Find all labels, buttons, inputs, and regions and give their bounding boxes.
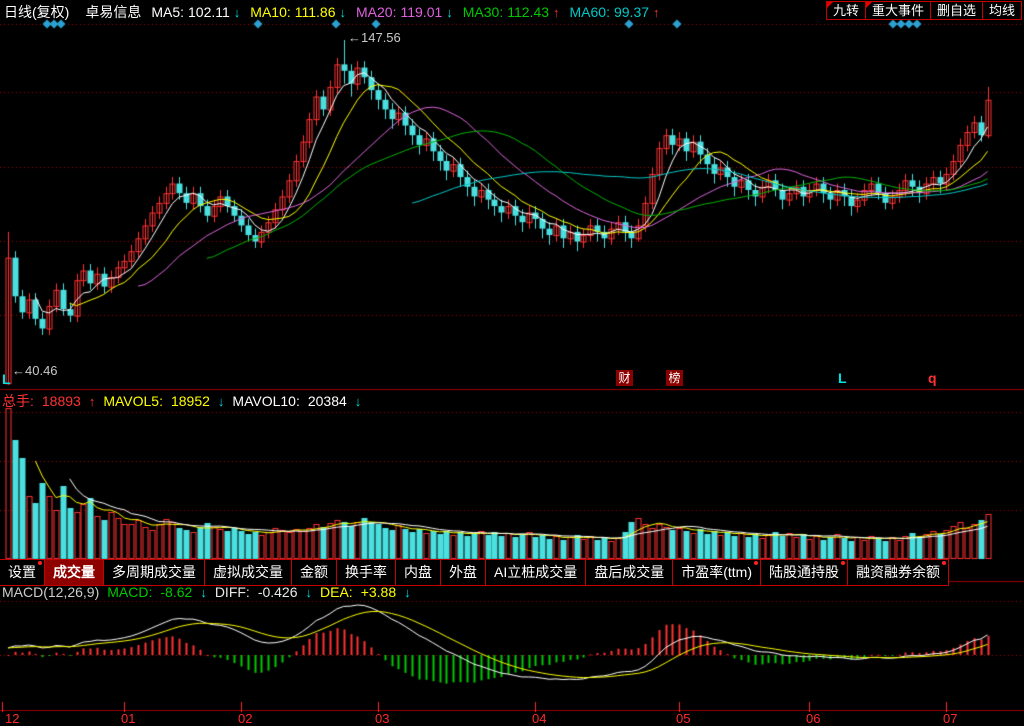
ma10-value: 111.86 (295, 4, 336, 20)
top-toolbar: 日线(复权) 卓易信息 MA5: 102.11 ↓ MA10: 111.86 ↓… (4, 2, 660, 22)
notification-dot (754, 561, 758, 565)
low-point-marker: L (2, 371, 11, 387)
ma20-readout: MA20: 119.01 ↓ (356, 4, 453, 20)
ma30-label: MA30: (463, 4, 503, 20)
ma20-label: MA20: (356, 4, 396, 20)
macd-value: -8.62 (160, 584, 192, 600)
tab-outer-volume[interactable]: 外盘 (440, 559, 486, 586)
diff-label: DIFF: (215, 584, 250, 600)
ma60-arrow-icon: ↑ (653, 5, 660, 20)
macd-title: MACD(12,26,9) (2, 584, 99, 600)
tab-ai-pillar-volume[interactable]: AI立桩成交量 (485, 559, 586, 586)
ma30-arrow-icon: ↑ (553, 5, 560, 20)
btn-major-events[interactable]: 重大事件 (865, 1, 931, 20)
symbol-name: 卓易信息 (85, 2, 141, 22)
ma30-value: 112.43 (507, 4, 549, 20)
diff-arrow-icon: ↓ (306, 585, 313, 600)
tab-amount[interactable]: 金额 (291, 559, 337, 586)
signal-marker-l: L (838, 370, 847, 386)
ma5-value: 102.11 (188, 4, 230, 20)
ma5-readout: MA5: 102.11 ↓ (151, 4, 240, 20)
volume-arrow-icon: ↑ (89, 394, 96, 409)
tab-turnover-rate[interactable]: 换手率 (336, 559, 396, 586)
news-marker-bang[interactable]: 榜 (666, 370, 683, 386)
ma60-value: 99.37 (614, 4, 649, 20)
tab-virtual-volume[interactable]: 虚拟成交量 (204, 559, 292, 586)
btn-remove-watchlist[interactable]: 删自选 (930, 1, 983, 20)
dea-label: DEA: (320, 584, 353, 600)
toolbar-buttons: 九转 重大事件 删自选 均线 (827, 1, 1022, 20)
ma20-value: 119.01 (400, 4, 442, 20)
mavol10-arrow-icon: ↓ (355, 394, 362, 409)
volume-header: 总手: 18893 ↑ MAVOL5: 18952 ↓ MAVOL10: 203… (2, 391, 361, 411)
macd-header: MACD(12,26,9) MACD: -8.62 ↓ DIFF: -0.426… (2, 584, 411, 600)
ma30-readout: MA30: 112.43 ↑ (463, 4, 560, 20)
mavol10-label: MAVOL10: (232, 393, 299, 409)
mavol5-value: 18952 (171, 393, 210, 409)
diff-value: -0.426 (258, 584, 298, 600)
ma60-label: MA60: (570, 4, 610, 20)
low-price-callout: ←40.46 (12, 363, 58, 378)
tab-margin-balance[interactable]: 融资融券余额 (847, 559, 949, 586)
dea-arrow-icon: ↓ (404, 585, 411, 600)
ma60-readout: MA60: 99.37 ↑ (570, 4, 660, 20)
notification-dot (942, 561, 946, 565)
macd-arrow-icon: ↓ (200, 585, 207, 600)
ma10-readout: MA10: 111.86 ↓ (250, 4, 346, 20)
mavol10-value: 20384 (308, 393, 347, 409)
volume-label: 总手: (2, 391, 34, 411)
btn-nine-turn[interactable]: 九转 (826, 1, 866, 20)
tab-after-hours-volume[interactable]: 盘后成交量 (585, 559, 673, 586)
indicator-tab-bar: 设置 成交量 多周期成交量 虚拟成交量 金额 换手率 内盘 外盘 AI立桩成交量… (0, 559, 949, 586)
high-price-callout: ←147.56 (348, 30, 401, 45)
tab-multi-period-volume[interactable]: 多周期成交量 (103, 559, 205, 586)
tab-settings[interactable]: 设置 (0, 559, 45, 586)
notification-dot (841, 561, 845, 565)
news-marker-cai[interactable]: 财 (616, 370, 633, 386)
volume-value: 18893 (42, 393, 81, 409)
tab-pe-ttm[interactable]: 市盈率(ttm) (672, 559, 761, 586)
macd-label: MACD: (107, 584, 152, 600)
ma20-arrow-icon: ↓ (446, 5, 453, 20)
signal-marker-q: q (928, 370, 937, 386)
tab-volume[interactable]: 成交量 (44, 559, 104, 586)
tab-inner-volume[interactable]: 内盘 (395, 559, 441, 586)
notification-dot (38, 561, 42, 565)
mavol5-arrow-icon: ↓ (218, 394, 225, 409)
mavol5-label: MAVOL5: (103, 393, 163, 409)
x-axis: 1201020304050607 (0, 711, 1024, 724)
ma10-arrow-icon: ↓ (340, 5, 347, 20)
period-label: 日线(复权) (4, 2, 69, 22)
ma5-label: MA5: (151, 4, 184, 20)
btn-ma-settings[interactable]: 均线 (982, 1, 1022, 20)
dea-value: +3.88 (361, 584, 396, 600)
ma10-label: MA10: (250, 4, 290, 20)
tab-northbound-holdings[interactable]: 陆股通持股 (760, 559, 848, 586)
ma5-arrow-icon: ↓ (234, 5, 241, 20)
chart-canvas[interactable] (0, 0, 1024, 724)
